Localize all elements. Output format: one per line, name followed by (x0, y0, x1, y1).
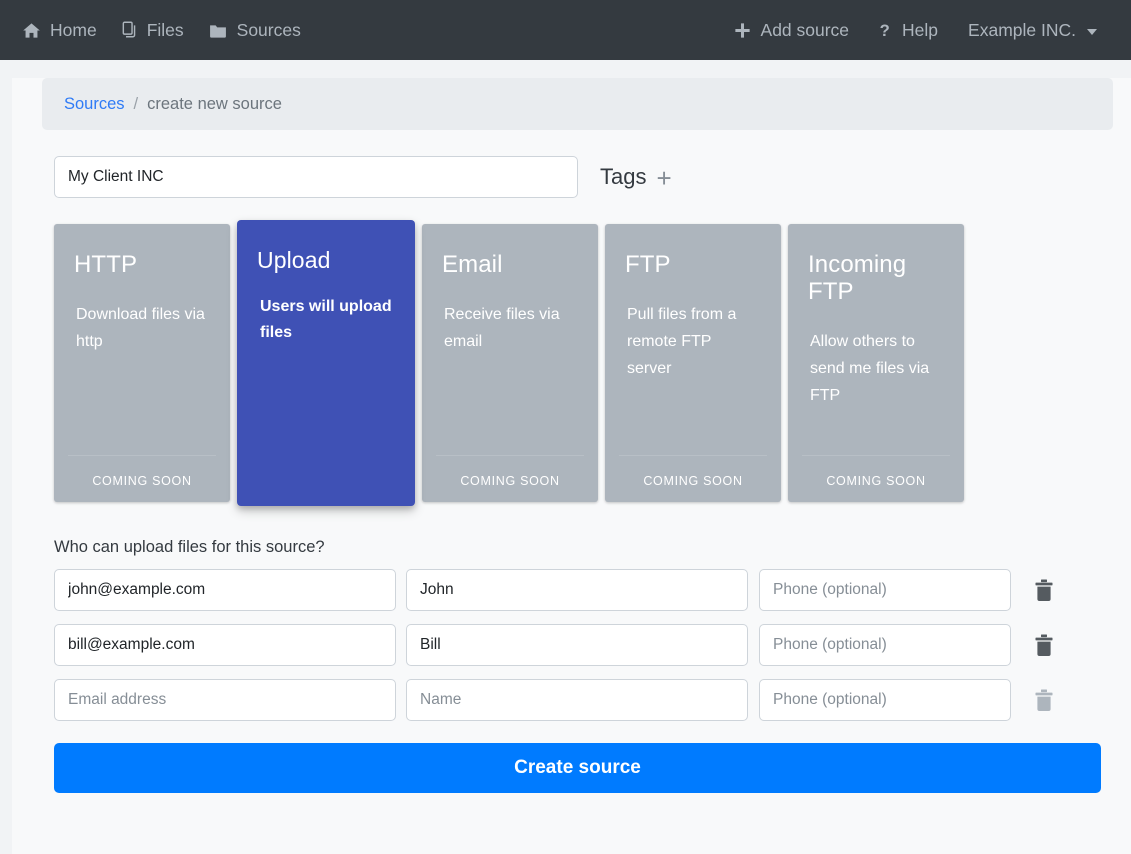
trash-icon (1034, 579, 1054, 602)
nav-item-help-label: Help (902, 19, 939, 40)
page-container: Sources / create new source Tags + HTTP … (12, 78, 1131, 854)
create-source-button[interactable]: Create source (54, 743, 1101, 793)
nav-item-files-label: Files (146, 19, 184, 40)
uploader-name-input[interactable] (406, 569, 748, 611)
card-coming-soon-badge: COMING SOON (68, 455, 216, 488)
card-title: FTP (625, 251, 671, 278)
source-type-card-list: HTTP Download files via http COMING SOON… (54, 220, 1131, 510)
uploader-phone-input[interactable] (759, 679, 1011, 721)
uploader-row (54, 679, 1131, 721)
card-coming-soon-badge: COMING SOON (802, 455, 950, 488)
source-type-card-incoming-ftp[interactable]: Incoming FTP Allow others to send me fil… (788, 224, 964, 502)
tags-label: Tags (600, 164, 647, 189)
trash-icon (1034, 689, 1054, 712)
card-title: Upload (257, 247, 331, 273)
navbar-left-group: Home Files Sources (22, 20, 301, 41)
card-coming-soon-badge: COMING SOON (619, 455, 767, 488)
nav-item-help[interactable]: ? Help (879, 20, 938, 41)
nav-item-sources-label: Sources (236, 19, 301, 40)
uploader-row (54, 569, 1131, 611)
plus-icon[interactable]: + (656, 165, 671, 191)
nav-item-add-source[interactable]: Add source (733, 19, 850, 41)
uploader-phone-input[interactable] (759, 569, 1011, 611)
delete-uploader-button (1020, 679, 1068, 721)
svg-text:?: ? (880, 21, 890, 40)
breadcrumb-link-sources[interactable]: Sources (64, 95, 125, 114)
uploader-name-input[interactable] (406, 679, 748, 721)
breadcrumb: Sources / create new source (42, 78, 1113, 130)
uploader-row (54, 624, 1131, 666)
question-icon: ? (879, 21, 893, 40)
source-name-row: Tags + (54, 156, 1131, 198)
uploader-name-input[interactable] (406, 624, 748, 666)
breadcrumb-separator: / (133, 94, 139, 113)
chevron-down-icon (1087, 28, 1097, 35)
account-menu[interactable]: Example INC. (968, 20, 1097, 41)
nav-item-sources[interactable]: Sources (208, 20, 301, 41)
source-type-card-email[interactable]: Email Receive files via email COMING SOO… (422, 224, 598, 502)
card-coming-soon-badge: COMING SOON (436, 455, 584, 488)
source-type-card-upload[interactable]: Upload Users will upload files (237, 220, 415, 506)
source-name-input[interactable] (54, 156, 578, 198)
breadcrumb-current: create new source (147, 94, 282, 113)
top-navbar: Home Files Sources Add source ? Help Exa… (0, 0, 1131, 60)
card-description: Pull files from a remote FTP server (627, 305, 737, 378)
card-description: Receive files via email (444, 305, 560, 351)
source-type-card-ftp[interactable]: FTP Pull files from a remote FTP server … (605, 224, 781, 502)
uploader-email-input[interactable] (54, 569, 396, 611)
card-description: Users will upload files (260, 297, 392, 342)
card-description: Allow others to send me files via FTP (810, 332, 930, 405)
card-title: Email (442, 251, 503, 278)
tags-add-control[interactable]: Tags + (600, 164, 672, 191)
plus-icon (733, 21, 752, 40)
account-menu-label: Example INC. (968, 19, 1076, 40)
uploaders-question: Who can upload files for this source? (54, 538, 325, 556)
trash-icon (1034, 634, 1054, 657)
card-title: Incoming FTP (808, 251, 907, 305)
nav-item-add-source-label: Add source (760, 19, 850, 40)
files-icon (121, 21, 138, 40)
uploader-phone-input[interactable] (759, 624, 1011, 666)
home-icon (22, 21, 41, 40)
nav-item-home[interactable]: Home (22, 20, 97, 41)
uploader-email-input[interactable] (54, 624, 396, 666)
card-title: HTTP (74, 251, 138, 278)
uploader-email-input[interactable] (54, 679, 396, 721)
folder-icon (208, 21, 228, 40)
delete-uploader-button[interactable] (1020, 569, 1068, 611)
nav-item-home-label: Home (50, 19, 97, 40)
delete-uploader-button[interactable] (1020, 624, 1068, 666)
uploaders-list (54, 569, 1131, 721)
nav-item-files[interactable]: Files (121, 20, 184, 41)
source-type-card-http[interactable]: HTTP Download files via http COMING SOON (54, 224, 230, 502)
navbar-right-group: Add source ? Help Example INC. (733, 20, 1109, 41)
card-description: Download files via http (76, 305, 205, 351)
